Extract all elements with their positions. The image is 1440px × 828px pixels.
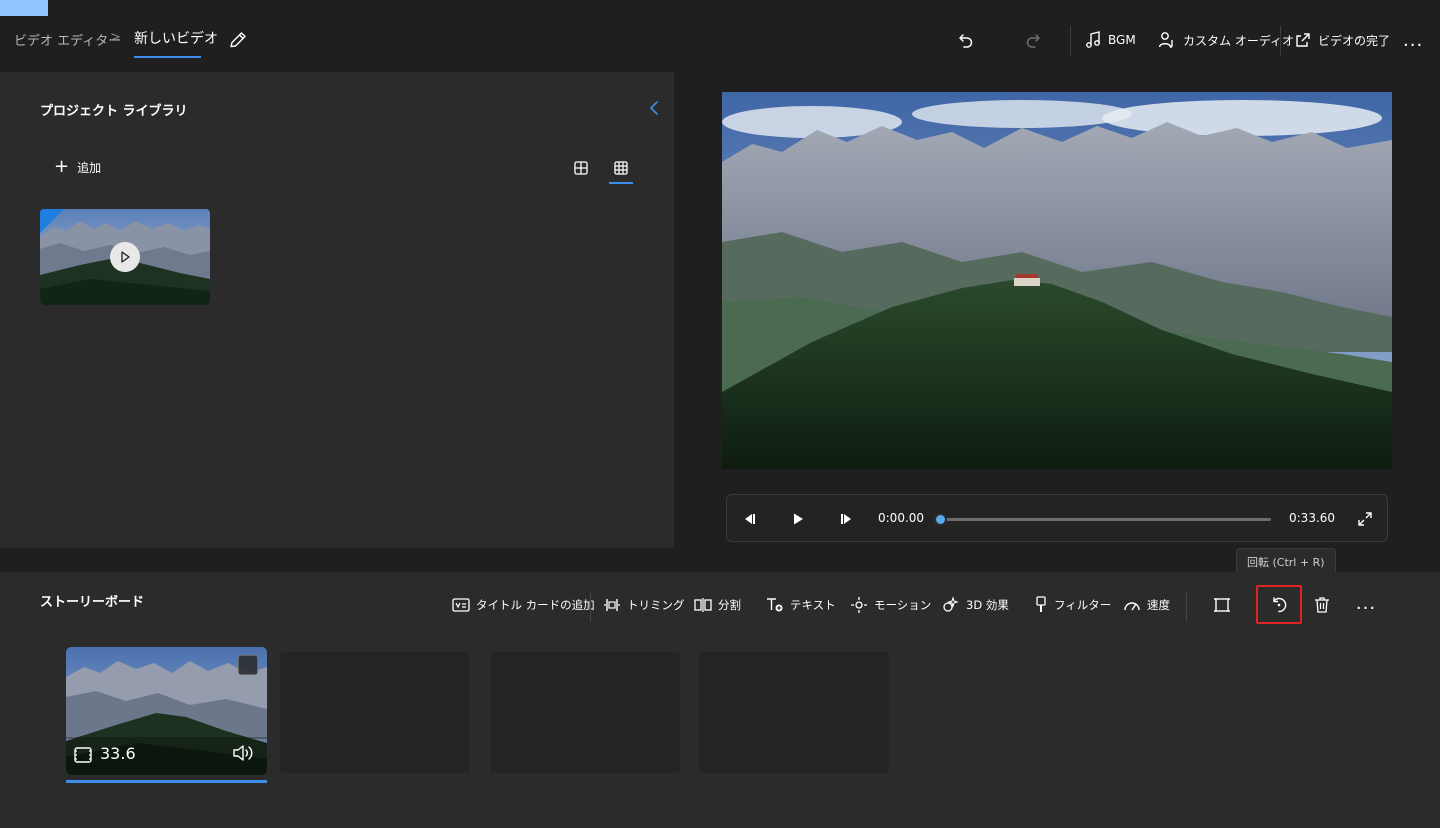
3d-effects-button[interactable]: 3D 効果	[942, 594, 1009, 616]
split-button[interactable]: 分割	[694, 594, 741, 616]
project-library-title: プロジェクト ライブラリ	[40, 104, 188, 119]
filters-label: フィルター	[1054, 598, 1112, 612]
clip-select-checkbox[interactable]	[238, 655, 258, 675]
rotate-highlight-box	[1256, 585, 1302, 624]
playback-controls: 0:00.00 0:33.60	[726, 494, 1388, 542]
delete-button[interactable]	[1308, 592, 1336, 618]
custom-audio-button[interactable]: カスタム オーディオ	[1158, 26, 1294, 54]
thumbnail-play-button[interactable]	[110, 242, 140, 272]
step-back-icon	[745, 514, 755, 524]
share-export-icon	[1296, 33, 1310, 47]
play-outline-icon	[121, 251, 130, 263]
breadcrumb-separator: >	[110, 30, 121, 45]
seek-bar[interactable]	[939, 518, 1271, 521]
title-card-icon	[452, 598, 470, 612]
clip-selected-indicator	[66, 780, 267, 783]
step-forward-icon	[841, 514, 851, 524]
3d-effects-label: 3D 効果	[966, 598, 1009, 612]
bgm-button[interactable]: BGM	[1085, 26, 1136, 54]
finish-video-label: ビデオの完了	[1318, 33, 1391, 48]
toolbar-divider	[1186, 592, 1187, 622]
add-media-button[interactable]: + 追加	[54, 158, 101, 176]
clip-duration: 33.6	[100, 744, 136, 763]
text-button[interactable]: テキスト	[766, 594, 836, 616]
crop-frame-icon	[1214, 598, 1230, 612]
storyboard-more-button[interactable]: ...	[1352, 590, 1380, 616]
empty-storyboard-slot	[280, 652, 470, 773]
redo-button[interactable]	[1017, 26, 1049, 54]
split-icon	[694, 598, 712, 612]
text-label: テキスト	[790, 598, 836, 612]
storyboard-panel: ストーリーボード タイトル カードの追加 トリミング 分割 テキスト モーション…	[0, 572, 1440, 828]
pencil-icon	[230, 32, 246, 48]
text-add-icon	[767, 598, 783, 612]
collapse-library-button[interactable]	[646, 98, 662, 118]
app-accent-chip	[0, 0, 48, 16]
mountain-landscape-image	[722, 92, 1392, 469]
total-time: 0:33.60	[1289, 511, 1336, 525]
breadcrumb-current-project[interactable]: 新しいビデオ	[134, 28, 218, 48]
storyboard-title: ストーリーボード	[40, 595, 145, 610]
redo-icon	[1026, 34, 1040, 48]
paintbrush-icon	[1036, 596, 1046, 612]
rename-button[interactable]	[226, 28, 250, 52]
video-preview[interactable]	[722, 92, 1392, 469]
speed-button[interactable]: 速度	[1123, 594, 1170, 616]
play-button[interactable]	[786, 507, 810, 531]
chevron-left-icon	[650, 101, 658, 115]
project-library-panel: プロジェクト ライブラリ + 追加	[0, 72, 674, 548]
view-active-indicator	[609, 182, 633, 184]
large-grid-view-button[interactable]	[569, 156, 593, 180]
current-time: 0:00.00	[878, 511, 925, 525]
split-label: 分割	[718, 598, 741, 612]
empty-storyboard-slot	[699, 652, 889, 773]
trim-label: トリミング	[627, 598, 685, 612]
next-frame-button[interactable]	[835, 507, 859, 531]
header-divider	[1070, 26, 1071, 56]
breadcrumb-active-indicator	[134, 56, 201, 58]
library-media-thumbnail[interactable]	[40, 209, 210, 305]
toolbar-divider	[590, 592, 591, 622]
3d-effects-icon	[943, 596, 959, 612]
motion-icon	[851, 597, 867, 613]
speedometer-icon	[1124, 602, 1140, 611]
add-title-card-label: タイトル カードの追加	[476, 598, 595, 612]
film-frame-icon	[74, 747, 92, 763]
grid-2x2-icon	[574, 161, 588, 175]
motion-button[interactable]: モーション	[850, 594, 931, 616]
filters-button[interactable]: フィルター	[1034, 594, 1111, 616]
undo-icon	[959, 34, 973, 48]
music-note-icon	[1086, 31, 1100, 48]
finish-video-button[interactable]: ビデオの完了	[1295, 26, 1390, 54]
motion-label: モーション	[874, 598, 932, 612]
trim-icon	[604, 599, 620, 611]
breadcrumb-video-editor[interactable]: ビデオ エディター	[14, 30, 121, 49]
header-more-button[interactable]: ...	[1403, 26, 1423, 54]
add-media-label: 追加	[77, 160, 102, 175]
person-audio-icon	[1158, 32, 1173, 48]
speaker-volume-icon[interactable]	[232, 743, 256, 763]
speed-label: 速度	[1147, 598, 1170, 612]
grid-3x3-icon	[614, 161, 628, 175]
undo-button[interactable]	[950, 26, 982, 54]
resize-button[interactable]	[1208, 592, 1236, 618]
plus-icon: +	[54, 156, 70, 177]
header-divider	[1280, 26, 1281, 56]
storyboard-clip[interactable]: 33.6	[66, 647, 267, 775]
bgm-label: BGM	[1108, 33, 1136, 47]
seek-handle[interactable]	[934, 513, 947, 526]
play-icon	[794, 513, 803, 525]
expand-icon	[1358, 512, 1372, 526]
trash-icon	[1315, 597, 1329, 613]
selected-corner-marker	[40, 209, 64, 233]
custom-audio-label: カスタム オーディオ	[1183, 33, 1294, 48]
small-grid-view-button[interactable]	[609, 156, 633, 180]
add-title-card-button[interactable]: タイトル カードの追加	[452, 594, 595, 616]
empty-storyboard-slot	[490, 652, 680, 773]
previous-frame-button[interactable]	[737, 507, 761, 531]
header-bar: ビデオ エディター > 新しいビデオ BGM カスタム オーディオ ビデオの完了…	[0, 16, 1440, 68]
fullscreen-button[interactable]	[1353, 507, 1377, 531]
trim-button[interactable]: トリミング	[603, 594, 685, 616]
